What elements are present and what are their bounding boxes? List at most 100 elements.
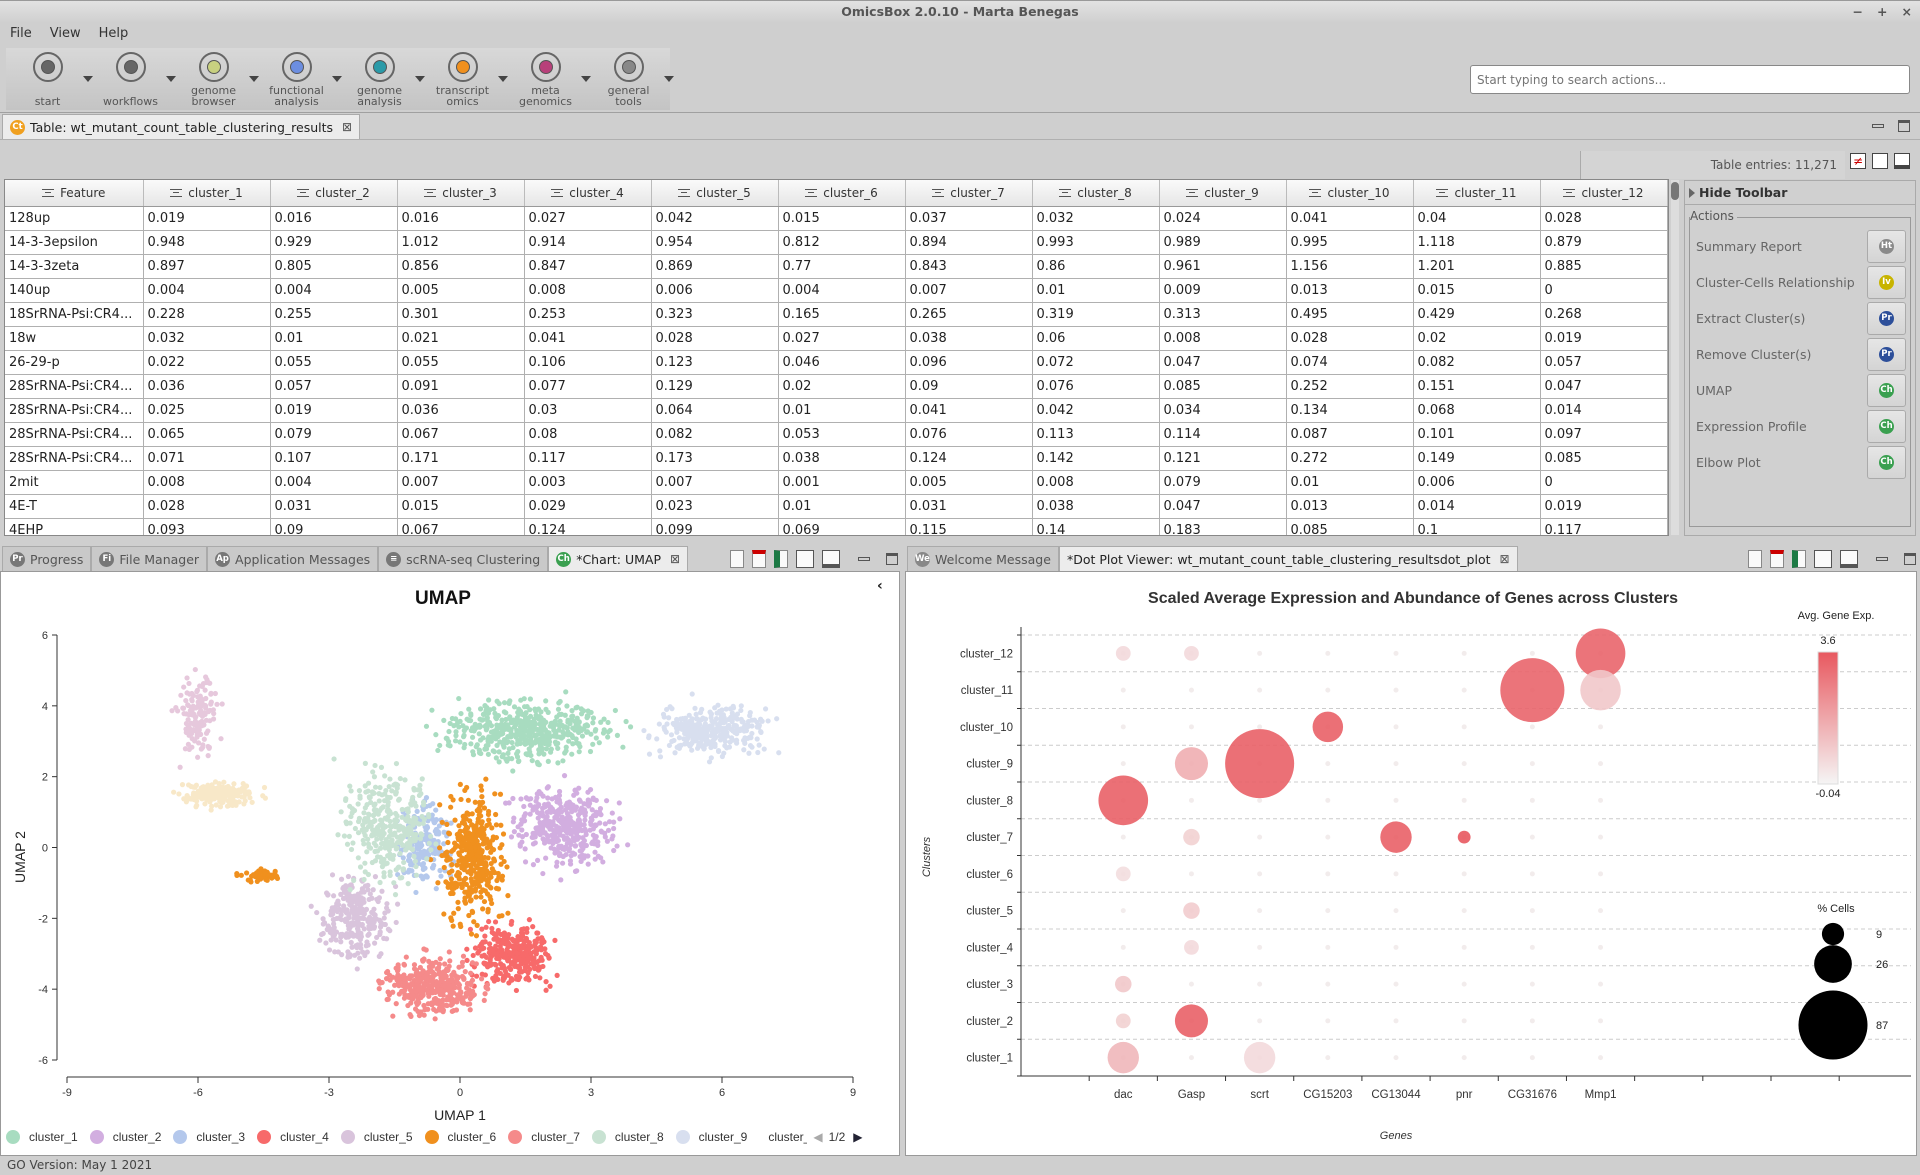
table-vertical-scrollbar[interactable] xyxy=(1671,180,1679,535)
menu-file[interactable]: File xyxy=(10,26,32,41)
legend-item-cluster_6[interactable]: cluster_6 xyxy=(424,1130,496,1144)
column-header[interactable]: cluster_11 xyxy=(1413,180,1541,207)
dropdown-arrow-icon[interactable] xyxy=(664,76,674,82)
table-cell[interactable]: 0.038 xyxy=(905,326,1033,351)
column-header[interactable]: Feature xyxy=(5,180,144,207)
table-cell[interactable]: 0.06 xyxy=(1032,326,1160,351)
table-cell[interactable]: 0.047 xyxy=(1159,494,1287,519)
table-cell[interactable]: 14-3-3epsilon xyxy=(5,230,144,255)
table-cell[interactable]: 0.123 xyxy=(651,350,779,375)
maximize-panel-button[interactable] xyxy=(1904,553,1916,565)
table-cell[interactable]: 0.114 xyxy=(1159,422,1287,447)
table-row[interactable]: 2mit 0.008 0.004 0.007 0.003 0.007 0.001 0.005 0… xyxy=(5,470,1668,495)
tab-dot-plot-viewer-wt-mutant-coun[interactable]: *Dot Plot Viewer: wt_mutant_count_table_… xyxy=(1058,546,1518,571)
table-cell[interactable]: 0.495 xyxy=(1286,302,1414,327)
table-cell[interactable]: 0.074 xyxy=(1286,350,1414,375)
table-cell[interactable]: 0.01 xyxy=(778,398,906,423)
table-cell[interactable]: 0.071 xyxy=(143,446,271,471)
clear-filter-icon[interactable]: ≠ xyxy=(1850,153,1866,169)
table-cell[interactable]: 0.106 xyxy=(524,350,652,375)
filter-icon[interactable] xyxy=(1186,189,1199,198)
table-cell[interactable]: 0.894 xyxy=(905,230,1033,255)
table-cell[interactable]: 0.885 xyxy=(1540,254,1668,279)
table-cell[interactable]: 0.023 xyxy=(651,494,779,519)
table-cell[interactable]: 0.134 xyxy=(1286,398,1414,423)
table-cell[interactable]: 0.019 xyxy=(270,398,398,423)
table-cell[interactable]: 0.027 xyxy=(524,206,652,231)
table-cell[interactable]: 0.124 xyxy=(905,446,1033,471)
filter-icon[interactable] xyxy=(1309,189,1322,198)
table-cell[interactable]: 0.429 xyxy=(1413,302,1541,327)
table-cell[interactable]: 0.265 xyxy=(905,302,1033,327)
table-cell[interactable]: 0.064 xyxy=(651,398,779,423)
legend-item-cluster_8[interactable]: cluster_8 xyxy=(591,1130,664,1144)
menu-help[interactable]: Help xyxy=(99,26,129,41)
table-cell[interactable]: 0.115 xyxy=(905,518,1033,535)
table-cell[interactable]: 0.989 xyxy=(1159,230,1287,255)
table-cell[interactable]: 0.09 xyxy=(905,374,1033,399)
table-cell[interactable]: 0.228 xyxy=(143,302,271,327)
table-row[interactable]: 4EHP 0.093 0.09 0.067 0.124 0.099 0.069 0.115 0.… xyxy=(5,518,1668,535)
table-cell[interactable]: 0.015 xyxy=(397,494,525,519)
table-cell[interactable]: 0.879 xyxy=(1540,230,1668,255)
table-cell[interactable]: 0.032 xyxy=(1032,206,1160,231)
column-header[interactable]: cluster_12 xyxy=(1540,180,1668,207)
export-image-icon[interactable] xyxy=(730,550,744,568)
export-excel-icon[interactable] xyxy=(774,550,788,568)
table-cell[interactable]: 0.057 xyxy=(270,374,398,399)
table-cell[interactable]: 0.036 xyxy=(143,374,271,399)
column-header[interactable]: cluster_6 xyxy=(778,180,906,207)
table-cell[interactable]: 0.013 xyxy=(1286,494,1414,519)
table-cell[interactable]: 0.001 xyxy=(778,470,906,495)
table-cell[interactable]: 0.812 xyxy=(778,230,906,255)
table-row[interactable]: 18w 0.032 0.01 0.021 0.041 0.028 0.027 0.038 0.0… xyxy=(5,326,1668,351)
table-cell[interactable]: 0.079 xyxy=(1159,470,1287,495)
table-cell[interactable]: 0.929 xyxy=(270,230,398,255)
table-cell[interactable]: 0.142 xyxy=(1032,446,1160,471)
action-run-button[interactable]: Iv xyxy=(1867,265,1906,299)
table-cell[interactable]: 0.897 xyxy=(143,254,271,279)
action-run-button[interactable]: Ht xyxy=(1867,229,1906,263)
table-cell[interactable]: 1.118 xyxy=(1413,230,1541,255)
table-cell[interactable]: 1.201 xyxy=(1413,254,1541,279)
table-cell[interactable]: 0.319 xyxy=(1032,302,1160,327)
table-cell[interactable]: 0.149 xyxy=(1413,446,1541,471)
table-cell[interactable]: 0.01 xyxy=(1286,470,1414,495)
table-cell[interactable]: 0.015 xyxy=(778,206,906,231)
tab-file-manager[interactable]: Fi File Manager xyxy=(91,546,208,571)
table-cell[interactable]: 0.082 xyxy=(651,422,779,447)
table-cell[interactable]: 0.055 xyxy=(270,350,398,375)
table-cell[interactable]: 0.008 xyxy=(143,470,271,495)
toolbar-genome-analysis-button[interactable]: genome analysis xyxy=(338,48,425,110)
legend-item-cluster_4[interactable]: cluster_4 xyxy=(257,1130,329,1144)
table-cell[interactable]: 0.091 xyxy=(397,374,525,399)
table-cell[interactable]: 0.101 xyxy=(1413,422,1541,447)
table-cell[interactable]: 0.031 xyxy=(905,494,1033,519)
close-tab-icon[interactable]: ⊠ xyxy=(670,552,680,566)
table-cell[interactable]: 0.954 xyxy=(651,230,779,255)
table-cell[interactable]: 0.047 xyxy=(1540,374,1668,399)
table-cell[interactable]: 1.012 xyxy=(397,230,525,255)
minimize-panel-button[interactable] xyxy=(1872,124,1884,128)
table-cell[interactable]: 1.156 xyxy=(1286,254,1414,279)
table-cell[interactable]: 0.005 xyxy=(397,278,525,303)
toolbar-workflows-button[interactable]: workflows xyxy=(89,48,176,110)
table-cell[interactable]: 0.097 xyxy=(1540,422,1668,447)
table-cell[interactable]: 0.082 xyxy=(1413,350,1541,375)
menu-view[interactable]: View xyxy=(50,26,81,41)
action-run-button[interactable]: Ch xyxy=(1867,445,1906,479)
table-cell[interactable]: 0.024 xyxy=(1159,206,1287,231)
table-row[interactable]: 14-3-3epsilon 0.948 0.929 1.012 0.914 0.954 0.… xyxy=(5,230,1668,255)
toolbar-start-button[interactable]: start xyxy=(6,48,93,110)
table-cell[interactable]: 28SrRNA-Psi:CR4... xyxy=(5,446,144,471)
table-cell[interactable]: 0.068 xyxy=(1413,398,1541,423)
table-cell[interactable]: 0.015 xyxy=(1413,278,1541,303)
table-row[interactable]: 14-3-3zeta 0.897 0.805 0.856 0.847 0.869 0.77 0… xyxy=(5,254,1668,279)
table-cell[interactable]: 0 xyxy=(1540,278,1668,303)
table-row[interactable]: 28SrRNA-Psi:CR4... 0.065 0.079 0.067 0.08 0.0… xyxy=(5,422,1668,447)
table-row[interactable]: 4E-T 0.028 0.031 0.015 0.029 0.023 0.01 0.031 0.… xyxy=(5,494,1668,519)
table-cell[interactable]: 0.009 xyxy=(1159,278,1287,303)
save-icon[interactable] xyxy=(1814,550,1832,568)
minimize-window-button[interactable]: − xyxy=(1853,1,1863,23)
table-cell[interactable]: 0.323 xyxy=(651,302,779,327)
